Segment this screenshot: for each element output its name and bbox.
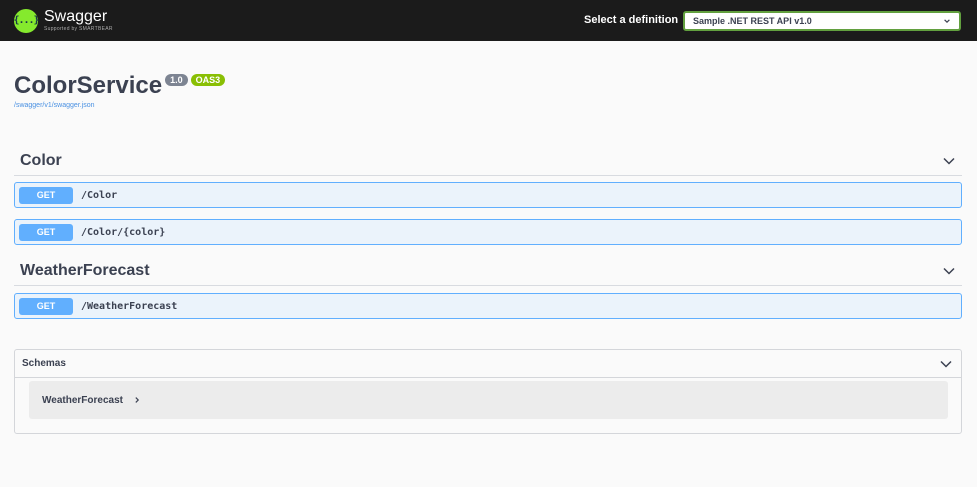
version-badge: 1.0 [165, 74, 188, 86]
schemas-section: Schemas WeatherForecast [14, 349, 962, 434]
page-title: ColorService [14, 72, 163, 99]
operation-get-color[interactable]: GET /Color [14, 182, 962, 208]
schemas-header[interactable]: Schemas [15, 350, 961, 378]
operation-get-color-by-name[interactable]: GET /Color/{color} [14, 219, 962, 245]
method-badge: GET [19, 297, 73, 315]
chevron-down-icon [943, 267, 955, 275]
method-badge: GET [19, 186, 73, 204]
model-name: WeatherForecast [42, 394, 123, 406]
brand-subtitle: Supported by SMARTBEAR [44, 26, 113, 32]
chevron-right-icon [135, 397, 140, 403]
operation-path: /Color [81, 189, 118, 201]
definition-label: Select a definition [584, 14, 679, 26]
tag-header-weatherforecast[interactable]: WeatherForecast [14, 256, 962, 286]
topbar: {...} Swagger Supported by SMARTBEAR Sel… [0, 0, 977, 41]
tag-name: WeatherForecast [20, 261, 150, 279]
brand-name: Swagger [44, 8, 108, 25]
chevron-down-icon [944, 19, 950, 24]
swagger-logo[interactable]: {...} Swagger Supported by SMARTBEAR [13, 8, 113, 33]
schemas-title: Schemas [22, 358, 66, 369]
chevron-down-icon [940, 360, 952, 368]
model-weatherforecast[interactable]: WeatherForecast [29, 381, 948, 419]
operation-get-weatherforecast[interactable]: GET /WeatherForecast [14, 293, 962, 319]
spec-url-link[interactable]: /swagger/v1/swagger.json [14, 102, 95, 109]
tag-header-color[interactable]: Color [14, 146, 962, 176]
definition-selected-value: Sample .NET REST API v1.0 [693, 16, 812, 26]
info-header: ColorService 1.0 OAS3 [14, 72, 226, 100]
operation-path: /Color/{color} [81, 226, 166, 238]
logo-text: Swagger Supported by SMARTBEAR [44, 9, 113, 32]
swagger-logo-icon: {...} [13, 8, 40, 33]
definition-select[interactable]: Sample .NET REST API v1.0 [683, 11, 961, 31]
oas-badge: OAS3 [190, 74, 226, 86]
method-badge: GET [19, 223, 73, 241]
tag-name: Color [20, 151, 62, 169]
chevron-down-icon [943, 157, 955, 165]
operation-path: /WeatherForecast [81, 300, 178, 312]
